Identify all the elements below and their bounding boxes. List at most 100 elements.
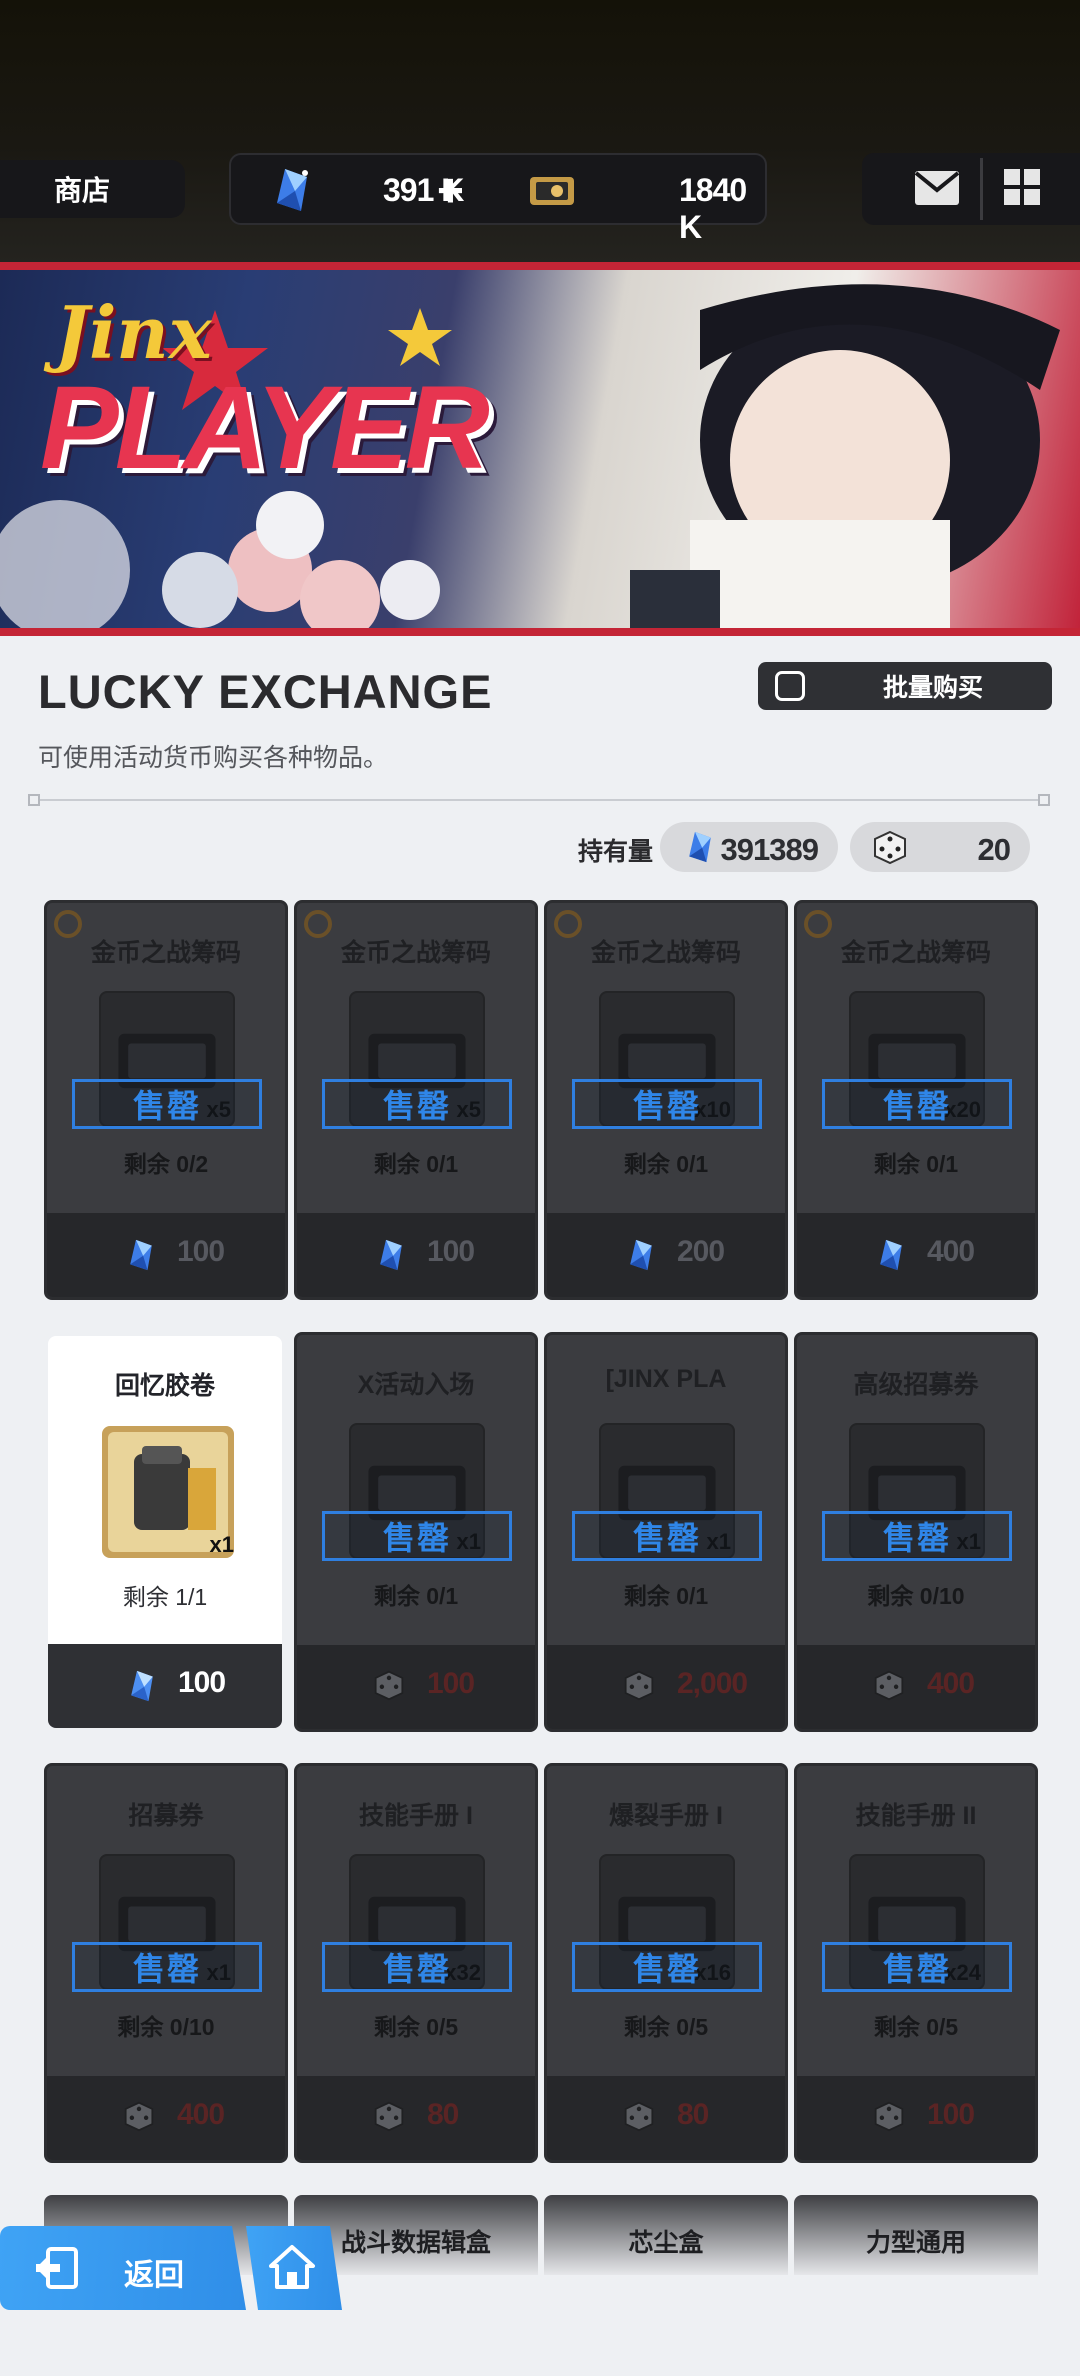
gem-icon (689, 831, 711, 863)
add-gem-button[interactable]: + (437, 163, 464, 217)
bulk-buy-button[interactable]: 批量购买 (758, 662, 1052, 710)
price-bar: 400 (797, 1213, 1035, 1297)
shop-item-card[interactable]: 金币之战筹码 x5 剩余 0/1 100 售罄 (294, 900, 538, 1300)
home-button[interactable] (246, 2226, 342, 2310)
dice-icon (623, 1669, 659, 1705)
top-bar: 商店 391 K + 1840 K (0, 0, 1080, 262)
home-icon (269, 2245, 315, 2289)
shop-item-card[interactable]: 金币之战筹码 x10 剩余 0/1 200 售罄 (544, 900, 788, 1300)
shop-item-card-partial[interactable]: 力型通用 (794, 2195, 1038, 2275)
item-name: 力型通用 (865, 2229, 966, 2257)
shop-item-card[interactable]: [JINX PLA x1 剩余 0/1 2,000 售罄 (544, 1332, 788, 1732)
item-name: 芯尘盒 (628, 2229, 704, 2257)
price-bar: 200 (547, 1213, 785, 1297)
item-name: 技能手册 II (855, 1802, 977, 1830)
item-price: 400 (927, 1667, 975, 1700)
price-bar: 2,000 (547, 1645, 785, 1729)
ticket-amount: 1840 K (679, 172, 747, 245)
item-remaining: 剩余 1/1 (122, 1584, 208, 1610)
shop-item-card[interactable]: 回忆胶卷 x1 剩余 1/1 100 (48, 1336, 282, 1728)
holdings-label: 持有量 (578, 838, 654, 866)
item-name: X活动入场 (357, 1371, 475, 1399)
shop-item-card[interactable]: 金币之战筹码 x5 剩余 0/2 100 售罄 (44, 900, 288, 1300)
dice-icon (623, 2100, 659, 2136)
price-bar: 100 (297, 1645, 535, 1729)
gem-holdings-value: 391389 (720, 832, 819, 867)
price-bar: 100 (297, 1213, 535, 1297)
grid-icon[interactable] (1002, 167, 1042, 207)
item-price: 100 (178, 1666, 226, 1699)
shop-item-card[interactable]: 爆裂手册 Ix16 剩余 0/5 80 售罄 (544, 1763, 788, 2163)
page-subtitle: 可使用活动货币购买各种物品。 (38, 744, 389, 772)
back-button[interactable]: 返回 (0, 2226, 246, 2310)
sold-out-badge: 售罄 (572, 1079, 762, 1129)
shop-item-card[interactable]: 技能手册 II x24 剩余 0/5 100 售罄 (794, 1763, 1038, 2163)
item-remaining: 剩余 0/1 (623, 1151, 709, 1177)
dice-holdings: 20 (850, 822, 1030, 872)
sold-out-badge: 售罄 (322, 1079, 512, 1129)
shop-item-card-partial[interactable]: 芯尘盒 (544, 2195, 788, 2275)
item-remaining: 剩余 0/1 (373, 1583, 459, 1609)
item-price: 400 (177, 2098, 225, 2131)
item-remaining: 剩余 0/10 (117, 2014, 215, 2040)
item-price: 80 (677, 2098, 709, 2131)
sold-out-badge: 售罄 (72, 1079, 262, 1129)
dice-icon (874, 830, 906, 865)
item-remaining: 剩余 0/1 (623, 1583, 709, 1609)
gem-icon (123, 1237, 159, 1273)
item-remaining: 剩余 0/2 (123, 1151, 209, 1177)
shop-item-card[interactable]: 金币之战筹码 x20 剩余 0/1 400 售罄 (794, 900, 1038, 1300)
shop-tab-label: 商店 (54, 175, 111, 206)
shop-tab[interactable]: 商店 (0, 160, 185, 218)
dice-icon (123, 2100, 159, 2136)
item-name: 技能手册 I (359, 1802, 473, 1830)
event-banner: Jinx PLAYER (0, 262, 1080, 636)
bulk-buy-checkbox[interactable] (775, 671, 805, 701)
exit-icon (36, 2247, 78, 2289)
bulk-buy-label: 批量购买 (883, 674, 984, 702)
gem-icon (623, 1237, 659, 1273)
gem-holdings: 391389 (660, 822, 838, 872)
item-price: 100 (427, 1235, 475, 1268)
price-bar: 100 (797, 2076, 1035, 2160)
item-price: 100 (927, 2098, 975, 2131)
gem-icon (373, 1237, 409, 1273)
shop-item-card[interactable]: 招募券 x1 剩余 0/10 400 售罄 (44, 1763, 288, 2163)
page-title: LUCKY EXCHANGE (38, 665, 493, 718)
banner-image: Jinx PLAYER (0, 270, 1080, 628)
item-price: 100 (177, 1235, 225, 1268)
sold-out-badge: 售罄 (822, 1942, 1012, 1992)
sold-out-badge: 售罄 (572, 1511, 762, 1561)
price-bar: 80 (547, 2076, 785, 2160)
dice-icon (373, 1669, 409, 1705)
shop-item-card[interactable]: 技能手册 Ix32 剩余 0/5 80 售罄 (294, 1763, 538, 2163)
item-price: 100 (427, 1667, 475, 1700)
shop-item-card[interactable]: 高级招募券 x1 剩余 0/10 400 售罄 (794, 1332, 1038, 1732)
divider-line (30, 799, 1050, 801)
price-bar: 100 (48, 1644, 282, 1728)
item-price: 2,000 (677, 1667, 748, 1700)
divider-dot (1038, 794, 1050, 806)
divider (980, 158, 983, 220)
item-remaining: 剩余 0/5 (873, 2014, 959, 2040)
shop-item-card[interactable]: X活动入场 x1 剩余 0/1 100 售罄 (294, 1332, 538, 1732)
right-icon-bar (862, 153, 1080, 225)
item-name: 金币之战筹码 (840, 939, 991, 967)
item-name: 回忆胶卷 (114, 1372, 215, 1400)
item-remaining: 剩余 0/5 (623, 2014, 709, 2040)
mail-icon[interactable] (914, 170, 960, 206)
ticket-currency-icon (530, 177, 574, 205)
item-name: 金币之战筹码 (590, 939, 741, 967)
item-remaining: 剩余 0/5 (373, 2014, 459, 2040)
dice-icon (873, 2100, 909, 2136)
item-name: 高级招募券 (853, 1371, 979, 1399)
item-name: 爆裂手册 I (609, 1802, 723, 1830)
divider-dot (28, 794, 40, 806)
item-name: 金币之战筹码 (90, 939, 241, 967)
sold-out-badge: 售罄 (72, 1942, 262, 1992)
sold-out-badge: 售罄 (822, 1511, 1012, 1561)
item-quantity: x1 (209, 1532, 234, 1557)
item-price: 200 (677, 1235, 725, 1268)
sold-out-badge: 售罄 (822, 1079, 1012, 1129)
item-name: 招募券 (128, 1802, 204, 1830)
